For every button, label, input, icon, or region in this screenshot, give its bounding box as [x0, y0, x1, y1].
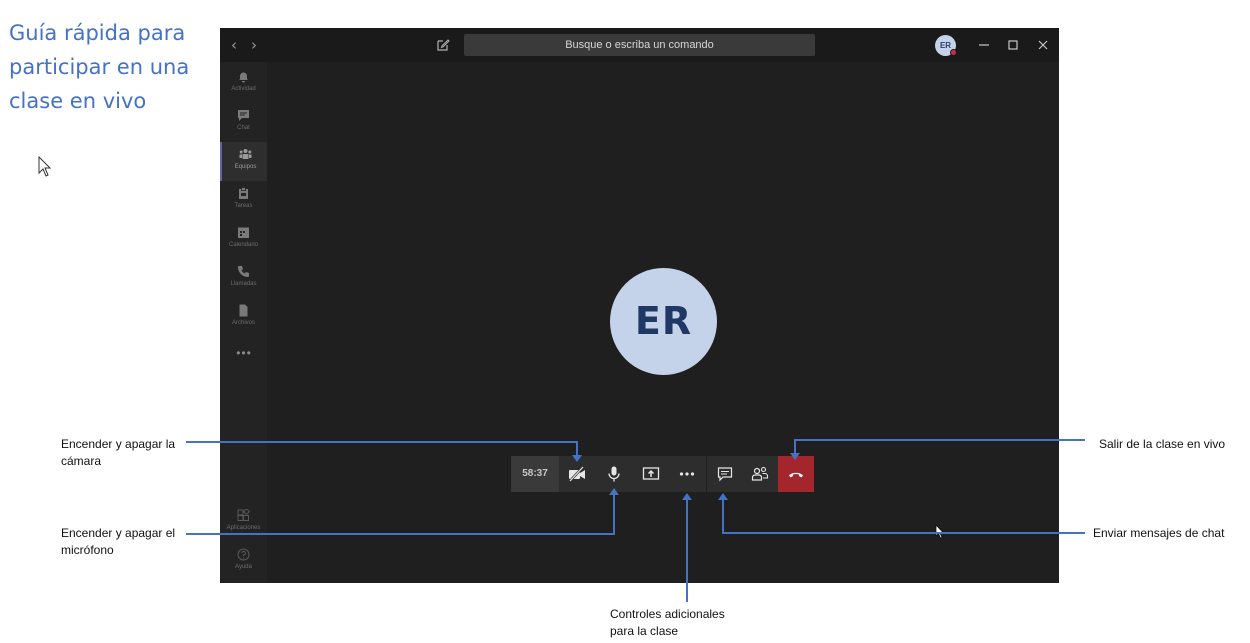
rail-item-calendario[interactable]: Calendario — [220, 220, 267, 259]
calendar-icon — [238, 227, 249, 238]
chat-icon — [238, 110, 249, 121]
rail-item-chat[interactable]: Chat — [220, 103, 267, 142]
screen: Guía rápida para participar en una clase… — [0, 0, 1250, 643]
rail-label: Ayuda — [235, 564, 252, 570]
help-icon — [237, 548, 250, 561]
share-screen-button[interactable] — [633, 456, 669, 492]
chat-callout-label: Enviar mensajes de chat — [1093, 526, 1225, 540]
rail-item-actividad[interactable]: Actividad — [220, 64, 267, 103]
rail-item-archivos[interactable]: Archivos — [220, 298, 267, 337]
rail-label: Actividad — [231, 86, 256, 92]
presence-status-icon — [950, 49, 957, 56]
call-timer: 58:37 — [511, 456, 559, 492]
maximize-icon[interactable] — [1005, 36, 1021, 54]
new-chat-icon[interactable] — [436, 38, 450, 52]
camera-off-icon — [569, 466, 585, 482]
share-screen-icon — [642, 467, 660, 480]
rail-label: Llamadas — [230, 281, 257, 287]
hang-up-button[interactable] — [778, 456, 814, 492]
more-controls-callout-label: Controles adicionales para la clase — [610, 607, 725, 638]
rail-label: Equipos — [234, 164, 257, 170]
call-controls-bar: 58:37 — [511, 456, 814, 492]
back-arrow-icon[interactable]: ‹ — [227, 37, 241, 53]
rail-label: Calendario — [228, 242, 259, 248]
rail-item-tareas[interactable]: Tareas — [220, 181, 267, 220]
participant-avatar: ER — [610, 268, 717, 375]
chat-icon — [717, 467, 733, 482]
rail-item-equipos[interactable]: Equipos — [220, 142, 267, 181]
pointer-cursor-icon — [935, 524, 945, 539]
teams-icon — [239, 149, 252, 159]
assignments-icon — [239, 187, 248, 199]
teams-window: ‹ › Busque o escriba un comando ER Activ… — [220, 28, 1059, 583]
search-input[interactable]: Busque o escriba un comando — [464, 34, 815, 56]
bell-icon — [239, 72, 248, 83]
leave-callout-label: Salir de la clase en vivo — [1099, 437, 1226, 451]
chat-button[interactable] — [707, 456, 743, 492]
microphone-toggle-button[interactable] — [596, 456, 632, 492]
guide-title: Guía rápida para participar en una clase… — [9, 21, 190, 113]
camera-toggle-button[interactable] — [559, 456, 595, 492]
more-options-icon — [679, 472, 695, 476]
rail-label: Aplicaciones — [226, 525, 261, 531]
rail-label: Tareas — [234, 203, 253, 209]
rail-label: Archivos — [231, 320, 255, 326]
more-actions-button[interactable] — [669, 456, 705, 492]
rail-label: Chat — [237, 125, 250, 131]
microphone-callout-label: Encender y apagar el micrófono — [61, 526, 176, 557]
more-apps-icon[interactable]: ••• — [234, 347, 254, 359]
phone-icon — [238, 266, 249, 277]
minimize-icon[interactable] — [976, 36, 992, 54]
apps-icon — [237, 509, 250, 521]
rail-item-llamadas[interactable]: Llamadas — [220, 259, 267, 298]
camera-callout-label: Encender y apagar la cámara — [61, 437, 176, 468]
microphone-icon — [608, 466, 620, 482]
rail-item-aplicaciones[interactable]: Aplicaciones — [220, 503, 267, 542]
close-icon[interactable] — [1035, 36, 1051, 54]
app-rail: Actividad Chat Equipos Tareas Calendario… — [220, 62, 267, 583]
hang-up-icon — [789, 472, 803, 478]
forward-arrow-icon[interactable]: › — [247, 37, 261, 53]
mouse-cursor-icon — [38, 156, 52, 177]
participants-icon — [751, 466, 769, 481]
title-bar: ‹ › Busque o escriba un comando ER — [220, 28, 1059, 62]
rail-item-ayuda[interactable]: Ayuda — [220, 542, 267, 581]
participants-button[interactable] — [742, 456, 778, 492]
files-icon — [239, 304, 248, 317]
